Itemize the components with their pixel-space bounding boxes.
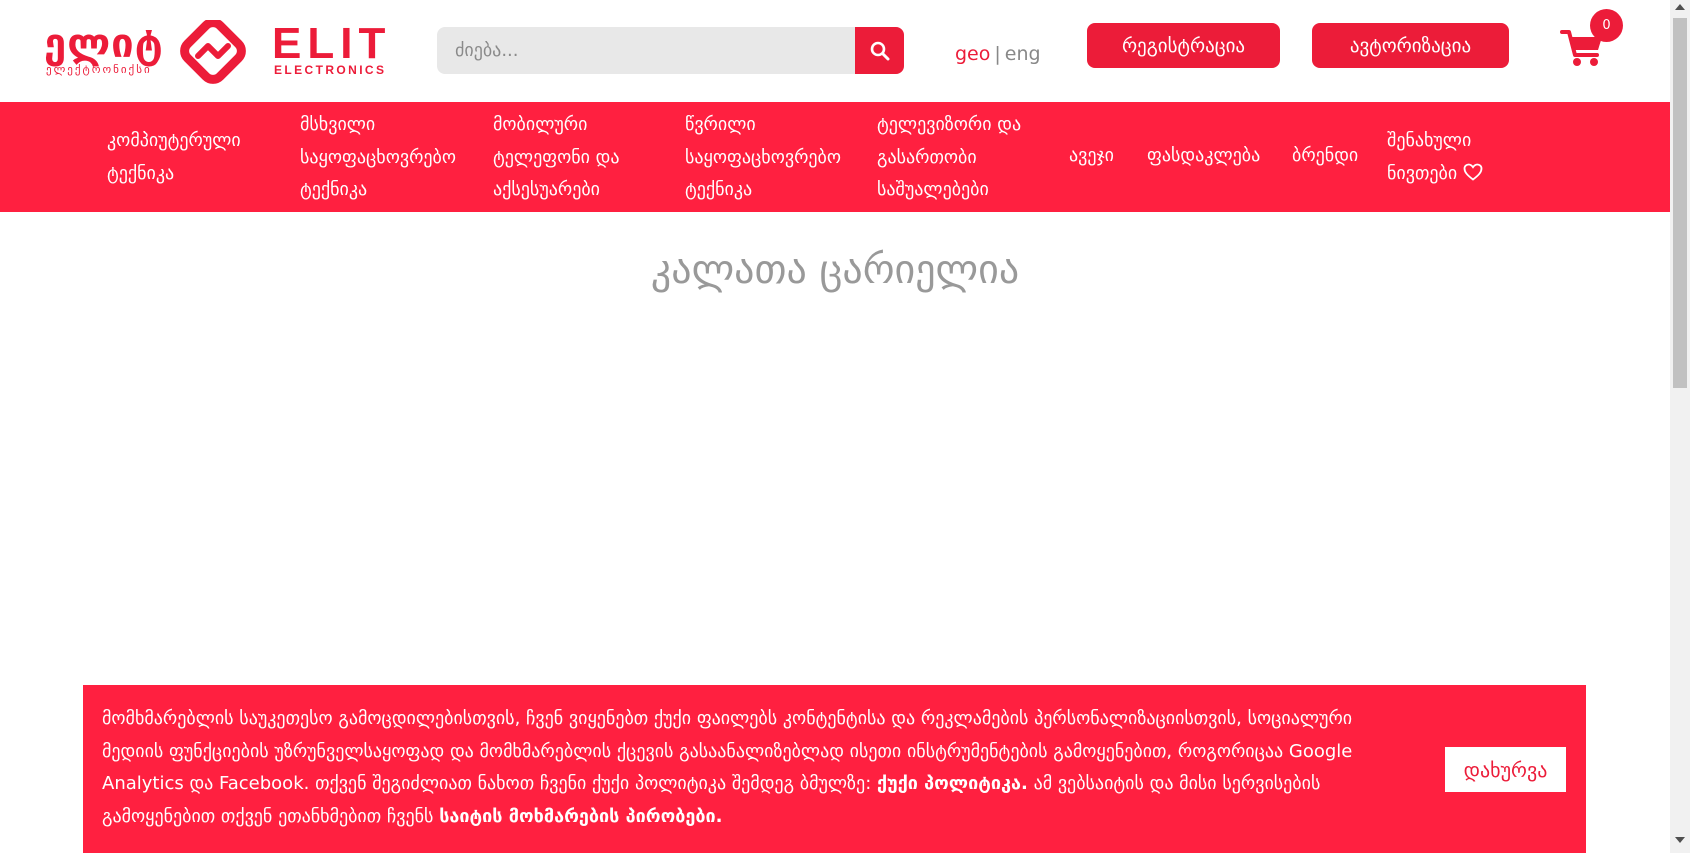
logo[interactable]: ელიტ ელექტრონიქსი ELIT ELECTRONICS [44,20,389,85]
register-button[interactable]: რეგისტრაცია [1087,23,1280,68]
cookie-close-button[interactable]: დახურვა [1445,747,1566,792]
logo-mark-icon [180,20,246,84]
scrollbar[interactable] [1670,0,1690,853]
header: ელიტ ელექტრონიქსი ELIT ELECTRONICS geo|e… [0,0,1670,102]
language-switcher: geo | eng [955,42,1041,66]
search-icon [870,41,889,60]
logo-geo-wordmark: ელიტ [44,21,164,67]
logo-en-wordmark: ELIT [272,19,392,68]
nav-item-brands[interactable]: ბრენდი [1292,140,1358,173]
cookie-policy-link[interactable]: ქუქი პოლიტიკა. [877,773,1028,794]
nav-item-furniture[interactable]: ავეჯი [1069,140,1114,173]
scroll-down-arrow-icon[interactable] [1675,837,1685,843]
nav-item-large-appliances[interactable]: მსხვილი საყოფაცხოვრებო ტექნიკა [300,109,490,207]
logo-en-subtitle: ELECTRONICS [274,63,387,77]
nav-item-mobile-phones[interactable]: მობილური ტელეფონი და აქსესუარები [493,109,673,207]
logo-geo-subtitle: ელექტრონიქსი [46,63,152,76]
lang-eng-link[interactable]: eng [1005,43,1041,65]
cart-count-badge: 0 [1590,9,1623,42]
search-button[interactable] [855,27,904,74]
login-button[interactable]: ავტორიზაცია [1312,23,1509,68]
nav-item-discounts[interactable]: ფასდაკლება [1147,140,1260,173]
nav-item-tv-entertainment[interactable]: ტელევიზორი და გასართობი საშუალებები [877,109,1052,207]
main-nav: კომპიუტერული ტექნიკა მსხვილი საყოფაცხოვრ… [0,102,1670,212]
empty-cart-title: კალათა ცარიელია [650,247,1020,293]
terms-link[interactable]: საიტის მოხმარების პირობები. [439,806,722,827]
nav-item-saved-items[interactable]: შენახული ნივთები [1387,125,1507,190]
nav-item-small-appliances[interactable]: წვრილი საყოფაცხოვრებო ტექნიკა [685,109,865,207]
cookie-text: მომხმარებლის საუკეთესო გამოცდილებისთვის,… [102,703,1402,833]
lang-geo-link[interactable]: geo [955,43,990,65]
nav-item-saved-label: შენახული ნივთები [1387,130,1472,184]
heart-icon [1463,163,1483,181]
scroll-up-arrow-icon[interactable] [1675,4,1685,10]
lang-separator: | [994,43,1001,65]
nav-item-computers[interactable]: კომპიუტერული ტექნიკა [107,125,287,190]
cookie-banner: მომხმარებლის საუკეთესო გამოცდილებისთვის,… [83,685,1586,853]
scrollbar-thumb[interactable] [1673,18,1687,388]
search-bar [437,27,904,74]
search-input[interactable] [437,27,856,74]
